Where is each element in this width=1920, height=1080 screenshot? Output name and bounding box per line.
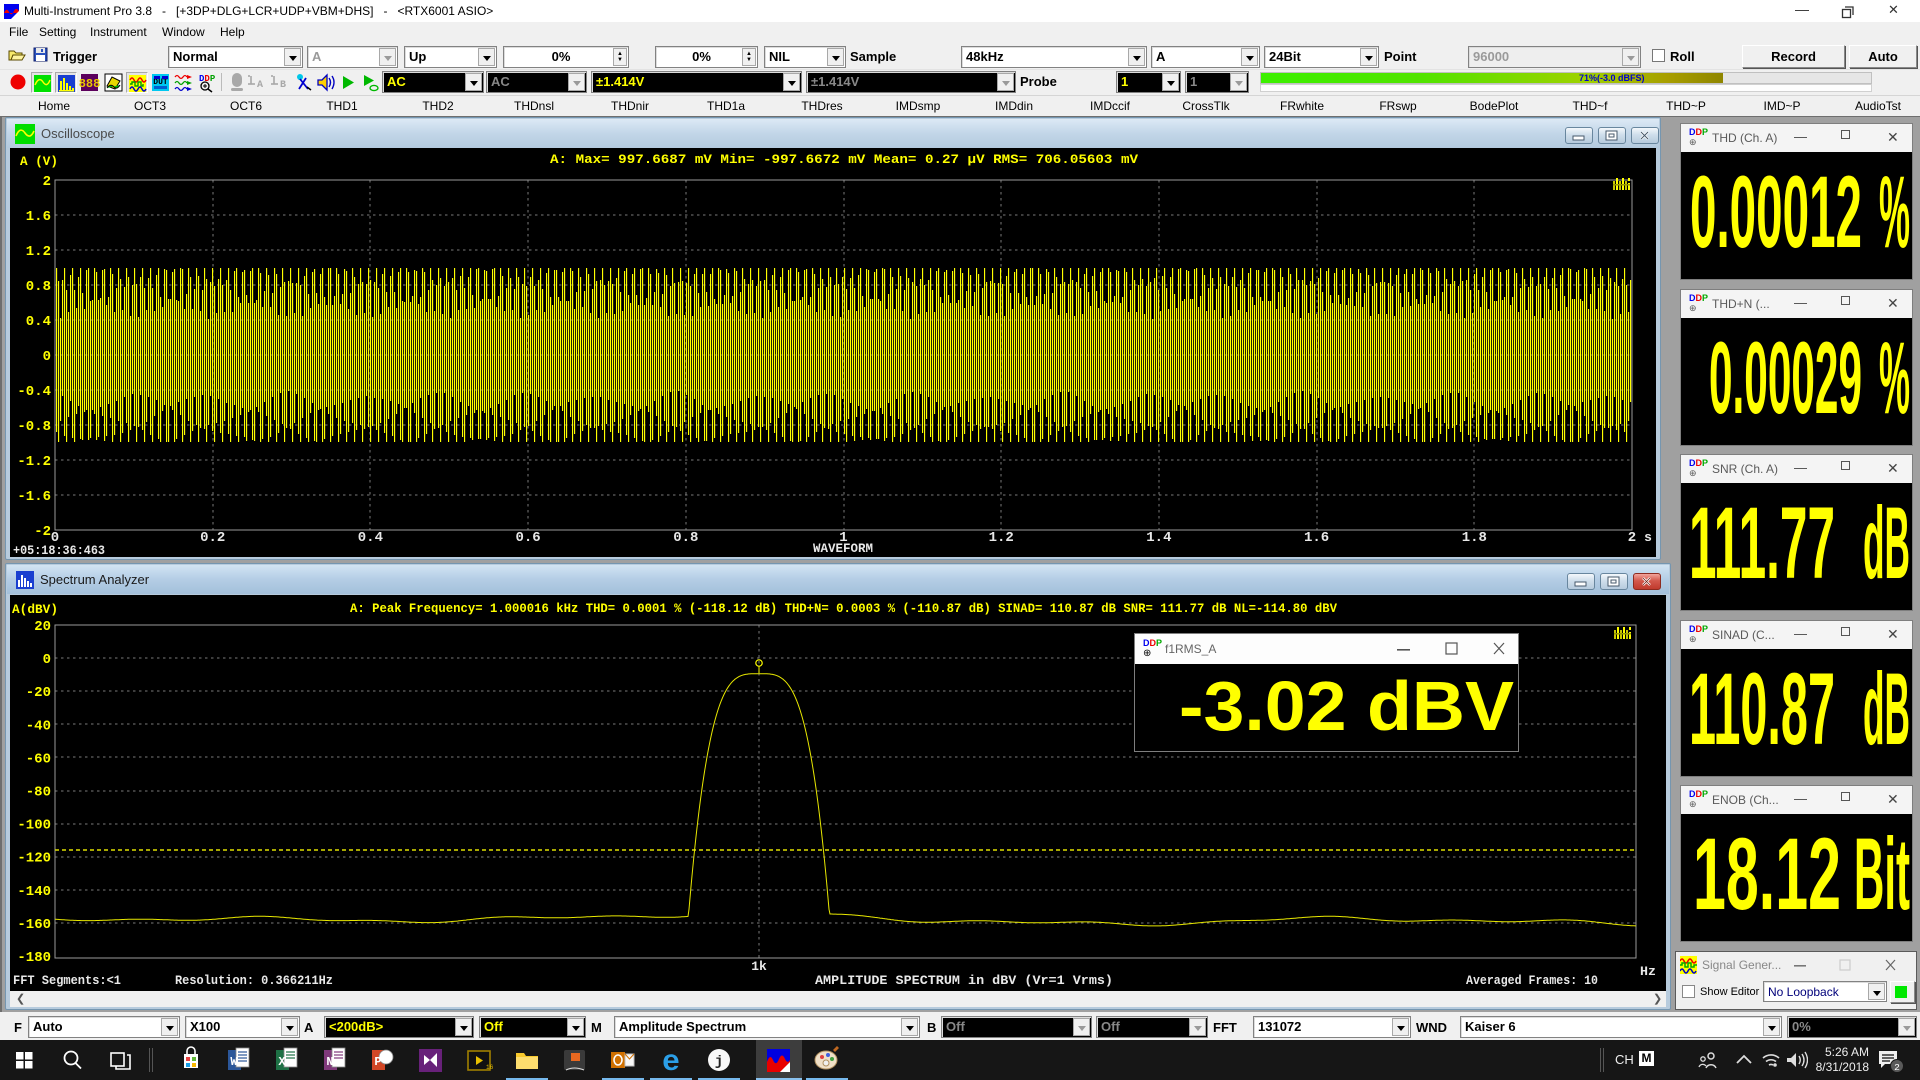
svg-text:DUT: DUT — [153, 78, 168, 87]
svg-text:20: 20 — [34, 619, 51, 635]
svg-text:Hz: Hz — [1640, 964, 1656, 979]
svg-text:B: B — [280, 80, 286, 91]
svg-text:-80: -80 — [26, 785, 51, 801]
svg-text:%: % — [1879, 155, 1910, 269]
svg-text:0: 0 — [43, 349, 51, 365]
svg-text:-140: -140 — [17, 884, 51, 900]
svg-text:-1.2: -1.2 — [17, 454, 51, 470]
svg-text:0.2: 0.2 — [200, 530, 225, 546]
svg-text:Averaged Frames: 10: Averaged Frames: 10 — [1466, 973, 1598, 988]
svg-text:dB: dB — [1863, 486, 1910, 600]
svg-text:P: P — [374, 1055, 381, 1069]
svg-text:A: A — [257, 80, 263, 91]
svg-text:%: % — [1879, 321, 1910, 435]
svg-text:AMPLITUDE SPECTRUM in dBV (Vr=: AMPLITUDE SPECTRUM in dBV (Vr=1 Vrms) — [815, 973, 1113, 988]
svg-text:110.87: 110.87 — [1689, 652, 1835, 766]
svg-text:0.8: 0.8 — [673, 530, 698, 546]
svg-text:-0.4: -0.4 — [17, 384, 51, 400]
svg-text:-3.02 dBV: -3.02 dBV — [1179, 667, 1514, 745]
svg-text:W: W — [230, 1055, 238, 1069]
svg-text:A: Max= 997.6687 mV Min= -: A: Max= 997.6687 mV Min= -997.6672 mV Me… — [550, 152, 1138, 167]
svg-text:Resolution: 0.366211Hz: Resolution: 0.366211Hz — [175, 973, 333, 988]
svg-text:2: 2 — [43, 174, 51, 190]
svg-text:1.8: 1.8 — [1462, 530, 1487, 546]
svg-text:A(dBV): A(dBV) — [12, 602, 58, 617]
svg-text:0.8: 0.8 — [26, 279, 51, 295]
svg-text:888: 888 — [79, 77, 100, 91]
svg-text:0.00029: 0.00029 — [1709, 321, 1862, 435]
svg-text:-60: -60 — [26, 751, 51, 767]
svg-text:1.2: 1.2 — [989, 530, 1014, 546]
svg-text:X: X — [278, 1055, 286, 1069]
svg-text:j: j — [715, 1054, 723, 1070]
svg-text:2: 2 — [1894, 1062, 1900, 1073]
svg-text:-40: -40 — [26, 718, 51, 734]
svg-text:FFT Segments:<1: FFT Segments:<1 — [13, 973, 121, 988]
svg-text:N: N — [326, 1055, 333, 1069]
svg-text:-20: -20 — [26, 685, 51, 701]
svg-text:WAVEFORM: WAVEFORM — [813, 541, 873, 556]
svg-text:+05:18:36:463: +05:18:36:463 — [13, 543, 105, 557]
svg-text:0.4: 0.4 — [358, 530, 383, 546]
svg-text:0.4: 0.4 — [26, 314, 51, 330]
svg-text:1k: 1k — [751, 959, 767, 974]
svg-text:-120: -120 — [17, 851, 51, 867]
svg-text:2: 2 — [1628, 530, 1636, 546]
svg-text:18.12: 18.12 — [1693, 817, 1841, 931]
svg-text:-160: -160 — [17, 917, 51, 933]
svg-text:-1.6: -1.6 — [17, 489, 51, 505]
svg-text:dB: dB — [1863, 652, 1910, 766]
svg-text:Bit: Bit — [1854, 817, 1910, 931]
svg-text:0.6: 0.6 — [515, 530, 540, 546]
svg-text:A (V): A (V) — [20, 154, 58, 169]
svg-text:-100: -100 — [17, 818, 51, 834]
svg-text:-180: -180 — [17, 950, 51, 966]
svg-text:s: s — [1644, 530, 1652, 545]
svg-text:0: 0 — [43, 652, 51, 668]
svg-text:e: e — [662, 1046, 680, 1080]
svg-text:0.00012: 0.00012 — [1690, 155, 1862, 269]
svg-text:A: Peak Frequency= 1.000016 kH: A: Peak Frequency= 1.000016 kHz THD= 0.0… — [350, 601, 1337, 616]
svg-text:-0.8: -0.8 — [17, 419, 51, 435]
svg-text:1.6: 1.6 — [26, 209, 51, 225]
svg-text:1.4: 1.4 — [1146, 530, 1171, 546]
svg-text:111.77: 111.77 — [1689, 486, 1835, 600]
svg-text:-2: -2 — [34, 524, 51, 540]
svg-text:16: 16 — [486, 1064, 494, 1071]
svg-text:1.6: 1.6 — [1304, 530, 1329, 546]
svg-text:1.2: 1.2 — [26, 244, 51, 260]
